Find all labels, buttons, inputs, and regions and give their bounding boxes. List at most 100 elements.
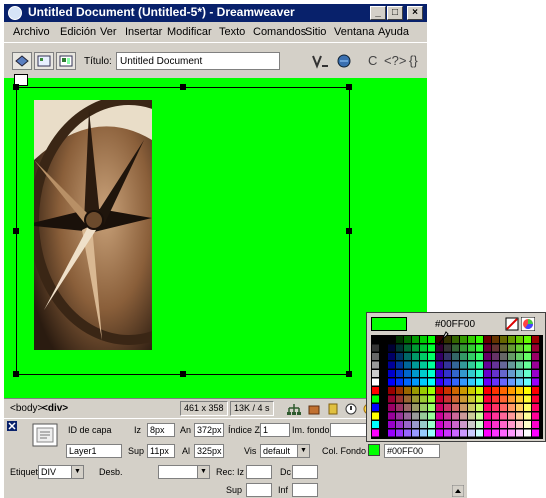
design-view-button[interactable]	[56, 52, 76, 70]
color-swatch[interactable]	[452, 395, 459, 403]
color-swatch[interactable]	[452, 370, 459, 377]
menu-sitio[interactable]: Sitio	[305, 26, 326, 38]
color-swatch[interactable]	[516, 387, 523, 394]
no-color-icon[interactable]	[505, 317, 519, 331]
color-swatch[interactable]	[516, 344, 523, 352]
color-swatch[interactable]	[516, 353, 523, 360]
color-swatch[interactable]	[436, 412, 443, 420]
menu-ventana[interactable]: Ventana	[334, 26, 374, 38]
color-swatch[interactable]	[500, 361, 507, 369]
color-swatch[interactable]	[388, 412, 395, 420]
color-swatch[interactable]	[508, 404, 515, 411]
color-swatch[interactable]	[388, 395, 395, 403]
color-swatch[interactable]	[524, 378, 531, 386]
color-swatch[interactable]	[428, 421, 435, 428]
color-swatch[interactable]	[452, 429, 459, 437]
color-swatch[interactable]	[500, 336, 507, 343]
color-swatch[interactable]	[532, 421, 539, 428]
color-swatch[interactable]	[372, 361, 379, 369]
color-swatch[interactable]	[396, 412, 403, 420]
color-swatch[interactable]	[380, 387, 387, 394]
color-swatch[interactable]	[404, 370, 411, 377]
color-swatch[interactable]	[452, 336, 459, 343]
color-swatch[interactable]	[460, 378, 467, 386]
resize-handle-sw[interactable]	[13, 371, 19, 377]
color-swatch[interactable]	[516, 421, 523, 428]
color-swatch[interactable]	[412, 344, 419, 352]
color-swatch[interactable]	[476, 421, 483, 428]
color-swatch[interactable]	[428, 378, 435, 386]
color-swatch[interactable]	[428, 336, 435, 343]
color-swatch[interactable]	[436, 429, 443, 437]
color-swatch[interactable]	[508, 378, 515, 386]
color-swatch[interactable]	[404, 378, 411, 386]
assets-icon[interactable]	[307, 402, 321, 416]
color-swatch[interactable]	[420, 429, 427, 437]
color-swatch[interactable]	[500, 404, 507, 411]
color-swatch[interactable]	[404, 421, 411, 428]
color-swatch[interactable]	[484, 344, 491, 352]
compass-image[interactable]	[34, 100, 152, 350]
color-swatch[interactable]	[468, 395, 475, 403]
color-swatch[interactable]	[508, 344, 515, 352]
color-swatch[interactable]	[420, 421, 427, 428]
color-swatch[interactable]	[452, 344, 459, 352]
color-swatch[interactable]	[420, 344, 427, 352]
color-swatch[interactable]	[508, 361, 515, 369]
color-swatch[interactable]	[428, 387, 435, 394]
clip-top-input[interactable]	[246, 483, 272, 497]
color-swatch[interactable]	[452, 361, 459, 369]
color-swatch[interactable]	[532, 395, 539, 403]
color-swatch[interactable]	[452, 421, 459, 428]
color-swatch[interactable]	[412, 429, 419, 437]
code-view-button[interactable]	[12, 52, 32, 70]
color-swatch[interactable]	[532, 387, 539, 394]
color-swatch[interactable]	[436, 378, 443, 386]
color-swatch[interactable]	[452, 353, 459, 360]
color-swatch[interactable]	[444, 387, 451, 394]
color-swatch[interactable]	[516, 429, 523, 437]
behaviors-icon[interactable]	[344, 402, 358, 416]
bg-image-input[interactable]	[330, 423, 368, 437]
color-swatch[interactable]	[436, 361, 443, 369]
color-swatch[interactable]	[396, 361, 403, 369]
color-swatch[interactable]	[468, 370, 475, 377]
color-swatch[interactable]	[492, 370, 499, 377]
color-swatch[interactable]	[372, 370, 379, 377]
color-swatch[interactable]	[484, 336, 491, 343]
color-swatch[interactable]	[420, 412, 427, 420]
color-swatch[interactable]	[476, 429, 483, 437]
color-swatch[interactable]	[500, 387, 507, 394]
color-swatch[interactable]	[500, 412, 507, 420]
color-swatch[interactable]	[412, 353, 419, 360]
resize-handle-nw[interactable]	[13, 84, 19, 90]
menu-archivo[interactable]: Archivo	[13, 26, 50, 38]
resize-handle-se[interactable]	[346, 371, 352, 377]
color-swatch[interactable]	[412, 361, 419, 369]
color-swatch[interactable]	[444, 353, 451, 360]
color-swatch[interactable]	[420, 404, 427, 411]
color-swatch[interactable]	[452, 412, 459, 420]
color-swatch[interactable]	[492, 378, 499, 386]
color-swatch[interactable]	[420, 336, 427, 343]
color-swatch[interactable]	[388, 344, 395, 352]
color-swatch[interactable]	[372, 429, 379, 437]
color-swatch[interactable]	[452, 404, 459, 411]
color-swatch[interactable]	[388, 336, 395, 343]
color-swatch[interactable]	[500, 421, 507, 428]
color-swatch[interactable]	[380, 378, 387, 386]
color-swatch[interactable]	[388, 429, 395, 437]
color-swatch[interactable]	[492, 387, 499, 394]
color-swatch[interactable]	[404, 344, 411, 352]
color-swatch[interactable]	[508, 336, 515, 343]
color-swatch[interactable]	[396, 353, 403, 360]
color-swatch[interactable]	[444, 404, 451, 411]
color-swatch[interactable]	[524, 361, 531, 369]
color-swatch[interactable]	[452, 378, 459, 386]
color-swatch[interactable]	[468, 412, 475, 420]
color-swatch[interactable]	[492, 344, 499, 352]
color-swatch[interactable]	[516, 336, 523, 343]
color-swatch[interactable]	[508, 353, 515, 360]
reference-icon[interactable]: <?>	[384, 53, 406, 68]
color-swatch[interactable]	[460, 421, 467, 428]
